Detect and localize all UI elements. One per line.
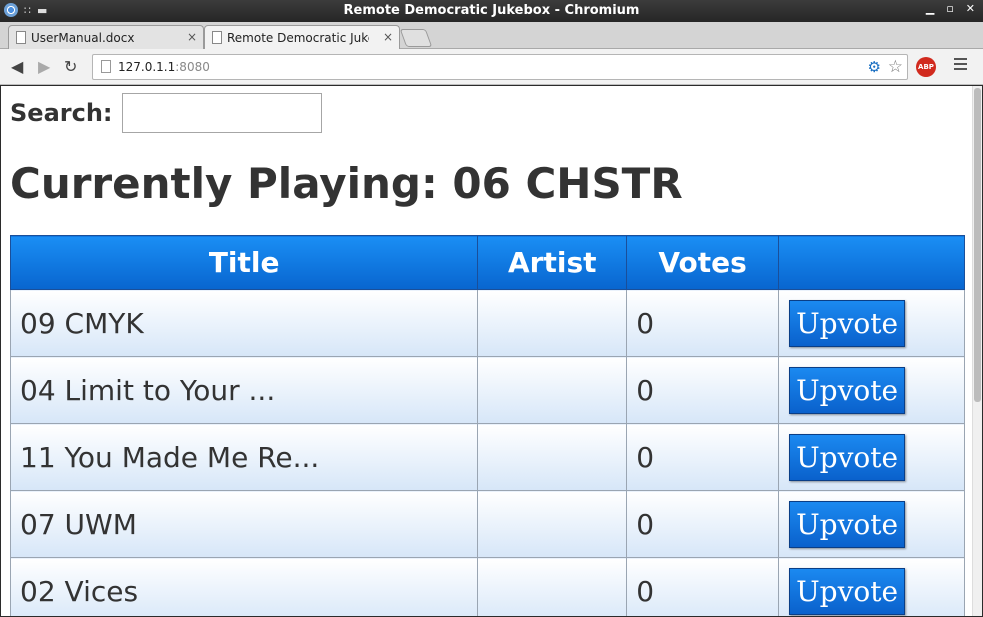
song-artist [477, 423, 628, 491]
tab-strip: UserManual.docx × Remote Democratic Juke… [0, 22, 983, 50]
tab-close-icon[interactable]: × [187, 30, 197, 44]
tab-usermanual[interactable]: UserManual.docx × [8, 25, 204, 49]
action-cell: Upvote [778, 289, 965, 357]
table-row: 04 Limit to Your ... 0 Upvote [9, 356, 965, 424]
table-row: 02 Vices 0 Upvote [9, 557, 965, 616]
song-title: 04 Limit to Your ... [9, 356, 479, 424]
page-icon [101, 60, 111, 73]
maximize-icon[interactable]: ▫ [946, 2, 953, 15]
column-header-action [778, 235, 965, 290]
table-row: 09 CMYK 0 Upvote [9, 289, 965, 357]
minimize-icon[interactable]: ▁ [926, 2, 934, 15]
song-votes: 0 [626, 423, 780, 491]
upvote-button[interactable]: Upvote [789, 299, 906, 347]
adblock-icon[interactable]: ABP [916, 57, 936, 77]
tab-label: UserManual.docx [31, 30, 135, 45]
song-artist [477, 356, 628, 424]
song-artist [477, 490, 628, 558]
column-header-votes: Votes [626, 235, 780, 290]
tab-close-icon[interactable]: × [383, 30, 393, 44]
scrollbar-thumb[interactable] [974, 88, 981, 402]
song-title: 09 CMYK [9, 289, 479, 357]
table-row: 07 UWM 0 Upvote [9, 490, 965, 558]
song-artist [477, 289, 628, 357]
tab-label: Remote Democratic Jukeb [227, 31, 369, 45]
reload-icon[interactable]: ↻ [64, 57, 77, 76]
extension-icon[interactable]: ⚙ [868, 58, 881, 76]
column-header-artist: Artist [477, 235, 628, 290]
address-bar[interactable]: 127.0.1.1:8080 ⚙ ☆ [92, 54, 908, 80]
song-votes: 0 [626, 356, 780, 424]
document-icon [16, 31, 26, 44]
song-title: 07 UWM [9, 490, 479, 558]
song-votes: 0 [626, 289, 780, 357]
window-titlebar: ∷ ▬ Remote Democratic Jukebox - Chromium… [0, 0, 983, 22]
browser-toolbar: ◀ ▶ ↻ 127.0.1.1:8080 ⚙ ☆ ABP [0, 49, 983, 85]
table-header-row: Title Artist Votes [9, 235, 965, 290]
upvote-button[interactable]: Upvote [789, 366, 906, 414]
search-row: Search: [10, 93, 322, 133]
action-cell: Upvote [778, 356, 965, 424]
table-row: 11 You Made Me Re... 0 Upvote [9, 423, 965, 491]
document-icon [212, 31, 222, 44]
upvote-button[interactable]: Upvote [789, 500, 906, 548]
vertical-scrollbar[interactable] [972, 86, 982, 616]
back-arrow-icon[interactable]: ◀ [11, 57, 23, 76]
bookmark-star-icon[interactable]: ☆ [888, 57, 903, 77]
upvote-button[interactable]: Upvote [789, 567, 906, 615]
window-controls: ▁ ▫ ✕ [926, 2, 975, 15]
window-title: Remote Democratic Jukebox - Chromium [343, 3, 640, 18]
page-viewport: Search: Currently Playing: 06 CHSTR Titl… [1, 86, 972, 616]
column-header-title: Title [9, 235, 479, 290]
upvote-button[interactable]: Upvote [789, 433, 906, 481]
close-window-icon[interactable]: ✕ [966, 2, 975, 15]
url-text[interactable]: 127.0.1.1:8080 [118, 60, 210, 74]
song-title: 11 You Made Me Re... [9, 423, 479, 491]
song-votes: 0 [626, 490, 780, 558]
now-playing-heading: Currently Playing: 06 CHSTR [10, 159, 683, 208]
action-cell: Upvote [778, 490, 965, 558]
song-votes: 0 [626, 557, 780, 616]
search-label: Search: [10, 99, 113, 127]
song-artist [477, 557, 628, 616]
tab-jukebox[interactable]: Remote Democratic Jukeb × [204, 25, 400, 50]
action-cell: Upvote [778, 423, 965, 491]
search-input[interactable] [121, 93, 322, 133]
new-tab-button[interactable] [399, 29, 433, 47]
songs-table: Title Artist Votes 09 CMYK 0 Upvote 04 L… [9, 235, 965, 616]
action-cell: Upvote [778, 557, 965, 616]
song-title: 02 Vices [9, 557, 479, 616]
forward-arrow-icon[interactable]: ▶ [38, 57, 50, 76]
menu-icon[interactable] [954, 58, 967, 73]
